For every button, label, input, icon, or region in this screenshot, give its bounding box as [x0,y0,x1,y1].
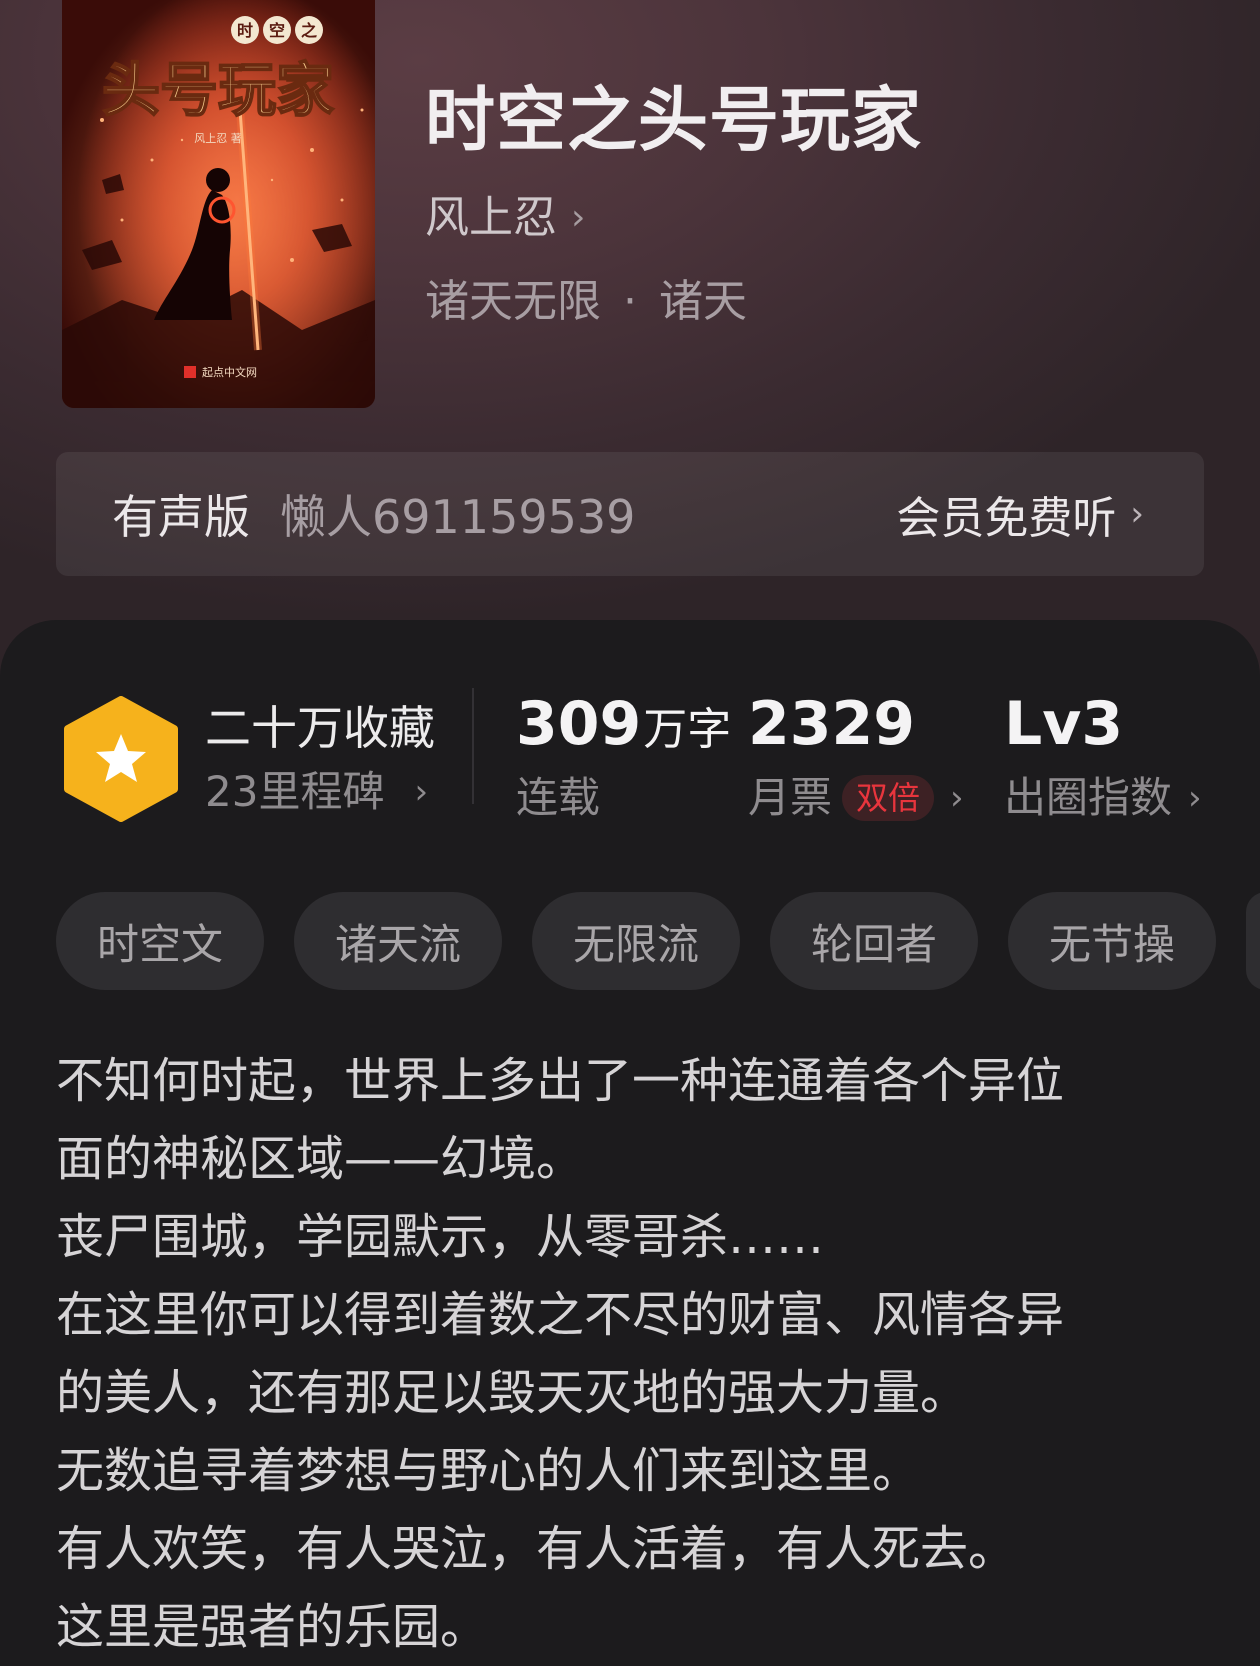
synopsis-line: 有人欢笑，有人哭泣，有人活着，有人死去。 [56,1521,1017,1577]
milestone-badge-icon[interactable] [62,696,180,822]
chevron-right-icon: › [1188,778,1202,818]
synopsis-line: 面的神秘区域——幻境。 [56,1131,585,1187]
synopsis-line: 丧尸围城，学园默示，从零哥杀…… [56,1209,825,1265]
tag-chip[interactable]: 时空文 [56,892,264,990]
milestone-label: 23里程碑 [205,767,385,816]
influence-level: Lv3 [1004,689,1124,759]
collection-count[interactable]: 二十万收藏 [205,700,435,756]
tag-chip[interactable]: 诸天流 [294,892,502,990]
tag-chip[interactable]: 无节操 [1008,892,1216,990]
milestone-link[interactable]: 23里程碑 › [205,766,428,818]
tag-chip[interactable]: 无限流 [532,892,740,990]
chevron-right-icon: › [414,772,429,812]
synopsis-line: 在这里你可以得到着数之不尽的财富、风情各异 [56,1287,1065,1343]
cover-series-char-2: 空 [269,21,285,40]
monthly-ticket-label: 月票 [748,773,833,822]
word-count-value: 309 [516,689,642,759]
audiobook-narrator: 懒人691159539 [280,490,636,544]
audiobook-bar[interactable]: 有声版 懒人691159539 会员免费听 › [56,452,1204,576]
serial-status-label: 连载 [516,773,601,822]
monthly-ticket-link[interactable]: 月票 双倍 › [748,772,964,824]
genre-separator: · [623,276,637,327]
stats-divider [472,688,474,804]
tag-chip-partial[interactable] [1246,892,1260,990]
synopsis[interactable]: 不知何时起，世界上多出了一种连通着各个异位 面的神秘区域——幻境。 丧尸围城，学… [56,1042,1216,1666]
synopsis-line: 不知何时起，世界上多出了一种连通着各个异位 [56,1053,1065,1109]
cover-series-char-3: 之 [301,21,317,40]
word-count-unit: 万字 [643,704,732,755]
free-listen-label: 会员免费听 [896,493,1117,544]
chevron-right-icon: › [950,778,964,818]
synopsis-line: 的美人，还有那足以毁天灭地的强大力量。 [56,1365,969,1421]
cover-publisher: 起点中文网 [202,365,257,379]
tag-chip[interactable]: 轮回者 [770,892,978,990]
serial-status: 连载 [516,772,600,824]
word-count: 309万字 [516,688,731,766]
audiobook-label: 有声版 [112,490,250,544]
influence-label: 出圈指数 [1004,773,1173,822]
book-title: 时空之头号玩家 [425,79,922,161]
cover-title: 头号玩家 [102,56,334,124]
cover-series-char-1: 时 [237,21,253,40]
monthly-ticket-count: 2329 [748,689,915,759]
cover-author: 风上忍 著 [194,131,242,145]
cover-art: 时 空 之 头号玩家 风上忍 著 起点中文网 [62,0,375,408]
genre-main[interactable]: 诸天无限 [425,272,601,332]
genre-line: 诸天无限 · 诸天 [425,272,747,332]
influence-link[interactable]: 出圈指数 › [1004,772,1202,824]
book-cover[interactable]: 时 空 之 头号玩家 风上忍 著 起点中文网 [62,0,375,408]
cover-series-badges: 时 空 之 [231,16,323,44]
chevron-right-icon: › [1130,494,1144,534]
genre-sub[interactable]: 诸天 [659,272,747,332]
chevron-right-icon: › [571,197,586,238]
author-name: 风上忍 [425,192,557,243]
author-link[interactable]: 风上忍 › [425,188,585,248]
double-ticket-badge: 双倍 [842,775,935,821]
free-listen-button[interactable]: 会员免费听 › [896,452,1144,576]
publisher-logo-icon [184,366,196,378]
synopsis-line: 无数追寻着梦想与野心的人们来到这里。 [56,1443,921,1499]
synopsis-line: 这里是强者的乐园。 [56,1599,489,1655]
tag-list: 时空文 诸天流 无限流 轮回者 无节操 [56,892,1260,990]
